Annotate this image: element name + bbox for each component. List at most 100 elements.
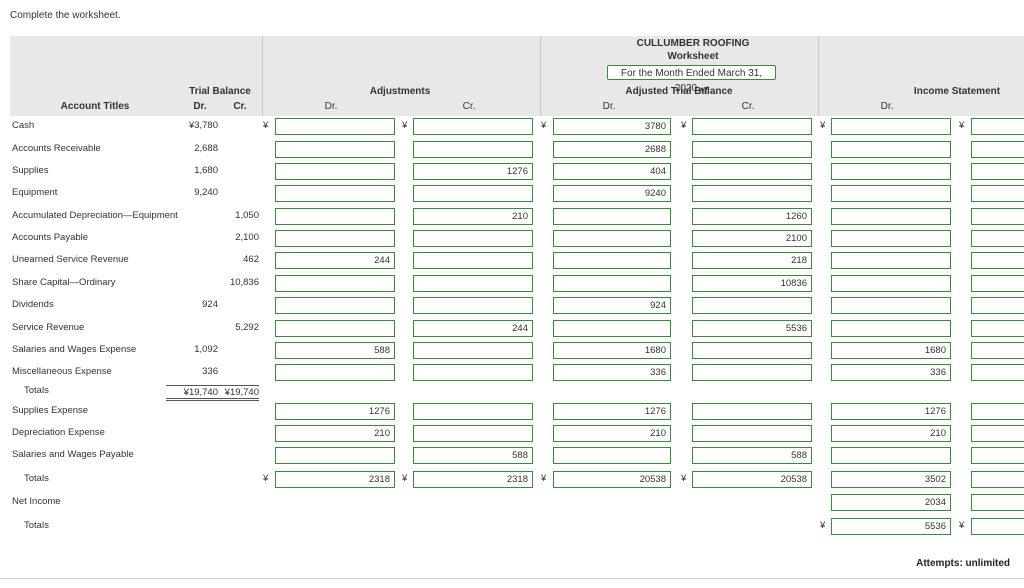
atb-dr-input[interactable]: 3780 (553, 118, 671, 135)
is-cr-input[interactable] (971, 403, 1024, 420)
atb-cr-input[interactable]: 10836 (692, 275, 812, 292)
final-totals-input[interactable]: 5536 (831, 518, 951, 535)
atb-dr-input[interactable] (553, 447, 671, 464)
adj-cr-input[interactable]: 210 (413, 208, 533, 225)
is-cr-input[interactable] (971, 275, 1024, 292)
atb-cr-input[interactable]: 1260 (692, 208, 812, 225)
is-cr-input[interactable] (971, 425, 1024, 442)
is-dr-input[interactable] (831, 447, 951, 464)
atb-cr-input[interactable]: 218 (692, 252, 812, 269)
is-cr-input[interactable] (971, 141, 1024, 158)
is-cr-input[interactable] (971, 471, 1024, 488)
is-dr-input[interactable] (831, 275, 951, 292)
is-cr-input[interactable] (971, 252, 1024, 269)
net-income-input[interactable]: 2034 (831, 494, 951, 511)
is-cr-input[interactable] (971, 118, 1024, 135)
is-cr-input[interactable] (971, 297, 1024, 314)
is-dr-input[interactable] (831, 230, 951, 247)
adj-dr-input[interactable] (275, 163, 395, 180)
is-dr-input[interactable]: 210 (831, 425, 951, 442)
is-cr-input[interactable] (971, 364, 1024, 381)
is-dr-input[interactable] (831, 141, 951, 158)
adj-cr-input[interactable] (413, 141, 533, 158)
adj-dr-input[interactable] (275, 208, 395, 225)
atb-cr-input[interactable] (692, 364, 812, 381)
is-cr-input[interactable] (971, 163, 1024, 180)
net-income-cr-input[interactable] (971, 494, 1024, 511)
is-dr-input[interactable] (831, 118, 951, 135)
atb-cr-input[interactable]: 2100 (692, 230, 812, 247)
adj-dr-input[interactable] (275, 364, 395, 381)
atb-cr-input[interactable] (692, 425, 812, 442)
period-select[interactable]: For the Month Ended March 31, 2020 ▴▾ (607, 65, 776, 94)
atb-cr-input[interactable] (692, 185, 812, 202)
is-dr-input[interactable] (831, 163, 951, 180)
adj-dr-input[interactable] (275, 320, 395, 337)
atb-dr-input[interactable] (553, 208, 671, 225)
is-cr-input[interactable] (971, 447, 1024, 464)
adj-dr-input[interactable] (275, 297, 395, 314)
atb-dr-input[interactable] (553, 275, 671, 292)
adj-dr-input[interactable]: 2318 (275, 471, 395, 488)
adj-cr-input[interactable]: 2318 (413, 471, 533, 488)
is-cr-input[interactable] (971, 185, 1024, 202)
atb-cr-input[interactable] (692, 342, 812, 359)
is-dr-input[interactable] (831, 208, 951, 225)
atb-dr-input[interactable] (553, 320, 671, 337)
atb-dr-input[interactable] (553, 252, 671, 269)
atb-cr-input[interactable]: 588 (692, 447, 812, 464)
is-dr-input[interactable] (831, 297, 951, 314)
atb-cr-input[interactable]: 20538 (692, 471, 812, 488)
final-totals-cr-input[interactable] (971, 518, 1024, 535)
adj-dr-input[interactable]: 588 (275, 342, 395, 359)
adj-cr-input[interactable] (413, 403, 533, 420)
is-dr-input[interactable] (831, 320, 951, 337)
is-dr-input[interactable]: 336 (831, 364, 951, 381)
adj-dr-input[interactable] (275, 447, 395, 464)
adj-dr-input[interactable]: 244 (275, 252, 395, 269)
adj-dr-input[interactable] (275, 141, 395, 158)
adj-cr-input[interactable] (413, 118, 533, 135)
is-dr-input[interactable]: 3502 (831, 471, 951, 488)
adj-cr-input[interactable] (413, 252, 533, 269)
adj-dr-input[interactable] (275, 230, 395, 247)
adj-cr-input[interactable] (413, 230, 533, 247)
is-dr-input[interactable] (831, 185, 951, 202)
atb-cr-input[interactable] (692, 141, 812, 158)
atb-dr-input[interactable]: 210 (553, 425, 671, 442)
adj-cr-input[interactable]: 1276 (413, 163, 533, 180)
adj-cr-input[interactable]: 588 (413, 447, 533, 464)
adj-cr-input[interactable] (413, 425, 533, 442)
atb-dr-input[interactable]: 1276 (553, 403, 671, 420)
is-dr-input[interactable]: 1680 (831, 342, 951, 359)
adj-dr-input[interactable] (275, 118, 395, 135)
adj-cr-input[interactable] (413, 364, 533, 381)
adj-dr-input[interactable]: 210 (275, 425, 395, 442)
atb-dr-input[interactable]: 9240 (553, 185, 671, 202)
is-cr-input[interactable] (971, 230, 1024, 247)
adj-cr-input[interactable] (413, 275, 533, 292)
atb-cr-input[interactable] (692, 403, 812, 420)
adj-dr-input[interactable]: 1276 (275, 403, 395, 420)
atb-dr-input[interactable]: 336 (553, 364, 671, 381)
adj-cr-input[interactable] (413, 185, 533, 202)
is-dr-input[interactable]: 1276 (831, 403, 951, 420)
is-dr-input[interactable] (831, 252, 951, 269)
atb-cr-input[interactable] (692, 297, 812, 314)
adj-dr-input[interactable] (275, 275, 395, 292)
adj-cr-input[interactable] (413, 342, 533, 359)
is-cr-input[interactable] (971, 320, 1024, 337)
atb-dr-input[interactable]: 20538 (553, 471, 671, 488)
is-cr-input[interactable] (971, 208, 1024, 225)
atb-dr-input[interactable] (553, 230, 671, 247)
adj-dr-input[interactable] (275, 185, 395, 202)
atb-dr-input[interactable]: 404 (553, 163, 671, 180)
atb-cr-input[interactable] (692, 163, 812, 180)
atb-cr-input[interactable] (692, 118, 812, 135)
atb-dr-input[interactable]: 1680 (553, 342, 671, 359)
atb-dr-input[interactable]: 2688 (553, 141, 671, 158)
adj-cr-input[interactable]: 244 (413, 320, 533, 337)
atb-dr-input[interactable]: 924 (553, 297, 671, 314)
is-cr-input[interactable] (971, 342, 1024, 359)
adj-cr-input[interactable] (413, 297, 533, 314)
